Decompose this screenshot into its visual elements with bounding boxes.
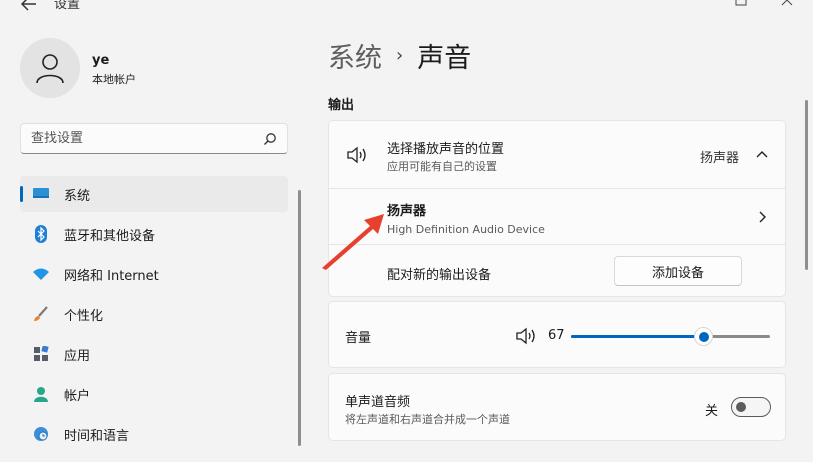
chevron-right-icon: [759, 211, 766, 223]
mono-audio-title: 单声道音频: [345, 395, 411, 410]
arrow-left-icon: [20, 0, 36, 11]
selected-output-value: 扬声器: [700, 151, 740, 166]
sidebar-item-time-language[interactable]: 时间和语言: [20, 416, 288, 452]
sidebar-item-accounts[interactable]: 帐户: [20, 376, 288, 412]
close-button[interactable]: [780, 0, 794, 6]
volume-value: 67: [548, 328, 565, 343]
user-name: ye: [92, 53, 110, 68]
output-card: 选择播放声音的位置 应用可能有自己的设置 扬声器 扬声器 High Defini…: [328, 120, 786, 297]
globe-clock-icon: [32, 425, 50, 443]
maximize-icon: [735, 0, 747, 6]
chevron-up-icon[interactable]: [755, 149, 769, 159]
volume-slider[interactable]: [571, 327, 770, 346]
output-section-label: 输出: [328, 98, 355, 113]
monitor-icon: [32, 185, 50, 203]
breadcrumb-separator: ›: [396, 45, 404, 66]
device-name: 扬声器: [387, 204, 427, 219]
title-bar: 设置: [0, 0, 813, 16]
sidebar-item-personalization[interactable]: 个性化: [20, 296, 288, 332]
mono-audio-toggle[interactable]: [731, 397, 771, 417]
search-icon: [264, 132, 276, 145]
pair-device-label: 配对新的输出设备: [387, 268, 492, 283]
search-box[interactable]: [20, 123, 288, 154]
breadcrumb: 系统 › 声音: [328, 36, 471, 75]
mono-audio-state: 关: [705, 404, 719, 419]
avatar[interactable]: [20, 38, 80, 98]
speaker-icon: [347, 146, 366, 164]
close-icon: [781, 0, 793, 6]
add-device-button[interactable]: 添加设备: [614, 256, 742, 286]
sidebar-item-label: 时间和语言: [64, 428, 130, 444]
breadcrumb-parent[interactable]: 系统: [328, 36, 382, 75]
mono-audio-subtitle: 将左声道和右声道合并成一个声道: [345, 413, 510, 426]
wifi-icon: [32, 265, 50, 283]
apps-icon: [32, 345, 50, 363]
volume-label: 音量: [345, 331, 372, 346]
sidebar-item-label: 网络和 Internet: [64, 268, 159, 284]
choose-output-row[interactable]: 选择播放声音的位置 应用可能有自己的设置 扬声器: [329, 121, 785, 188]
brush-icon: [32, 305, 50, 323]
speaker-icon[interactable]: [515, 327, 537, 345]
sidebar-nav: 系统 蓝牙和其他设备 网络和 Internet 个性化 应用 帐户 时间和语言: [20, 176, 288, 456]
person-icon: [32, 385, 50, 403]
volume-slider-fill: [571, 335, 704, 338]
sidebar-item-system[interactable]: 系统: [20, 176, 288, 212]
sidebar-item-label: 系统: [64, 188, 91, 204]
device-description: High Definition Audio Device: [387, 223, 545, 236]
search-input[interactable]: [31, 131, 263, 146]
choose-output-subtitle: 应用可能有自己的设置: [387, 160, 497, 173]
volume-card: 音量 67: [328, 301, 786, 368]
sidebar-scrollbar[interactable]: [298, 190, 301, 446]
toggle-knob: [736, 402, 746, 412]
back-button[interactable]: [18, 0, 40, 14]
app-title: 设置: [54, 0, 81, 12]
sidebar-item-label: 个性化: [64, 308, 104, 324]
sidebar-item-network[interactable]: 网络和 Internet: [20, 256, 288, 292]
sidebar-item-apps[interactable]: 应用: [20, 336, 288, 372]
page-title: 声音: [417, 43, 472, 74]
sidebar-item-label: 蓝牙和其他设备: [64, 228, 156, 244]
maximize-button[interactable]: [734, 0, 748, 6]
person-icon: [36, 54, 64, 84]
mono-audio-card: 单声道音频 将左声道和右声道合并成一个声道 关: [328, 373, 786, 441]
choose-output-title: 选择播放声音的位置: [387, 142, 505, 157]
sidebar-item-label: 应用: [64, 348, 91, 364]
sidebar-item-label: 帐户: [64, 388, 91, 404]
bluetooth-icon: [32, 225, 50, 243]
row-divider: [329, 244, 785, 245]
main-scrollbar[interactable]: [805, 100, 808, 270]
volume-slider-thumb[interactable]: [694, 327, 713, 346]
annotation-arrow-icon: [322, 214, 384, 270]
speaker-device-row[interactable]: 扬声器 High Definition Audio Device: [329, 189, 785, 244]
account-type: 本地帐户: [92, 73, 136, 86]
sidebar-item-bluetooth[interactable]: 蓝牙和其他设备: [20, 216, 288, 252]
